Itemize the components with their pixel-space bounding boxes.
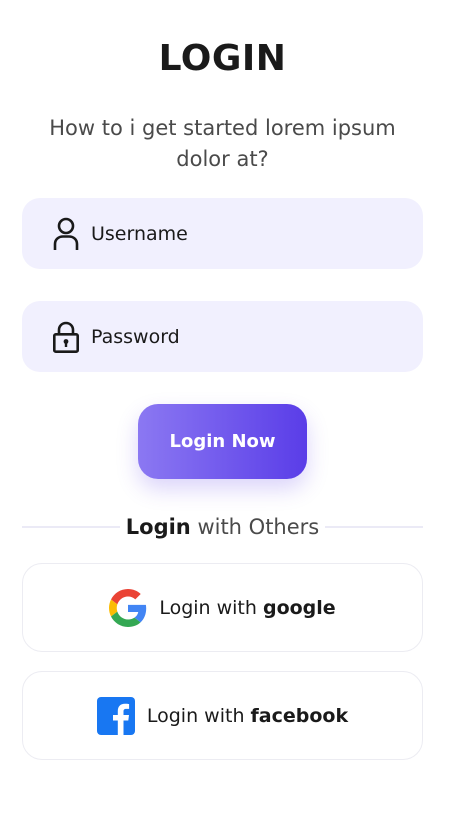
lock-icon	[52, 320, 80, 354]
login-with-facebook-button[interactable]: Login with facebook	[22, 671, 423, 760]
google-button-label: Login with google	[159, 597, 335, 619]
password-input[interactable]	[91, 325, 391, 348]
google-label-prefix: Login with	[159, 596, 263, 619]
divider-label-bold: Login	[125, 515, 191, 539]
username-input[interactable]	[91, 222, 391, 245]
facebook-button-label: Login with facebook	[147, 705, 348, 727]
password-field[interactable]	[22, 301, 423, 372]
facebook-label-brand: facebook	[250, 704, 349, 727]
login-now-button[interactable]: Login Now	[138, 404, 307, 479]
user-icon	[52, 217, 80, 251]
divider-line-left	[22, 526, 120, 528]
page-title: LOGIN	[158, 38, 287, 79]
google-label-brand: google	[262, 596, 336, 619]
divider-label: Login with Others	[120, 515, 325, 539]
facebook-label-prefix: Login with	[146, 704, 251, 727]
divider-label-rest: with Others	[190, 515, 320, 539]
login-page: LOGIN How to i get started lorem ipsum d…	[0, 0, 469, 834]
login-with-others-divider: Login with Others	[22, 512, 424, 542]
login-with-google-button[interactable]: Login with google	[22, 563, 423, 652]
divider-line-right	[325, 526, 424, 528]
username-field[interactable]	[22, 198, 423, 269]
page-subtitle: How to i get started lorem ipsum dolor a…	[49, 116, 396, 171]
google-logo-icon	[109, 588, 147, 627]
facebook-logo-icon	[96, 696, 135, 735]
